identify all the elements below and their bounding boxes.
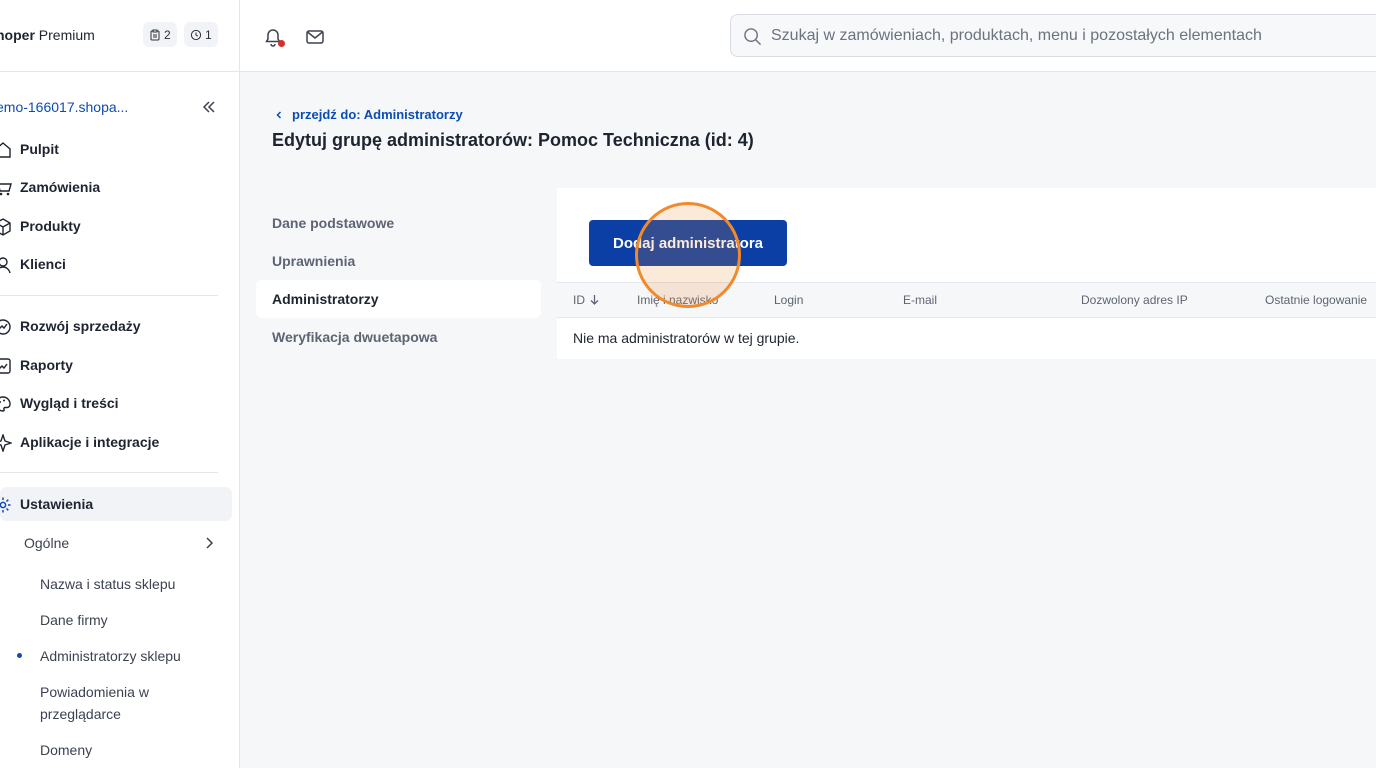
nav-label: Pulpit [20, 141, 59, 157]
add-administrator-button[interactable]: Dodaj administratora [589, 220, 787, 266]
brand-row: hoper Premium 2 1 [0, 22, 239, 50]
nav-item-pulpit[interactable]: Pulpit [0, 133, 232, 165]
palette-icon [0, 396, 11, 412]
column-header-allowed-ip[interactable]: Dozwolony adres IP [1081, 293, 1188, 307]
divider [0, 295, 218, 296]
active-indicator-dot [17, 653, 22, 658]
subnav-domeny[interactable]: Domeny [40, 739, 220, 761]
subnav-dane-firmy[interactable]: Dane firmy [40, 609, 220, 631]
nav-item-produkty[interactable]: Produkty [0, 210, 232, 242]
submenu-ogolne[interactable]: Ogólne [24, 535, 220, 551]
sparkle-icon [0, 434, 12, 452]
history-badge[interactable]: 1 [184, 22, 218, 47]
mail-icon[interactable] [305, 27, 325, 47]
column-header-login[interactable]: Login [774, 293, 803, 307]
page-title: Edytuj grupę administratorów: Pomoc Tech… [272, 130, 754, 150]
collapse-sidebar-icon[interactable] [200, 98, 218, 116]
nav-item-rozwoj-sprzedazy[interactable]: Rozwój sprzedaży [0, 310, 232, 342]
subnav-powiadomienia[interactable]: Powiadomienia w przeglądarce [40, 681, 180, 725]
nav-item-wyglad[interactable]: Wygląd i treści [0, 387, 232, 419]
chevron-right-icon [206, 537, 214, 549]
report-icon [0, 358, 11, 374]
nav-label: Wygląd i treści [20, 395, 119, 411]
tasks-badge[interactable]: 2 [143, 22, 177, 47]
tab-uprawnienia[interactable]: Uprawnienia [256, 242, 541, 280]
chevron-left-icon [276, 110, 282, 119]
nav-label: Produkty [20, 218, 81, 234]
column-header-last-login[interactable]: Ostatnie logowanie [1265, 293, 1367, 307]
home-icon [0, 142, 11, 158]
brand-plan: Premium [38, 27, 95, 43]
brand-name-bold: hoper [0, 27, 35, 43]
nav-item-zamowienia[interactable]: Zamówienia [0, 171, 232, 203]
tasks-count: 2 [164, 27, 171, 42]
divider [0, 71, 239, 72]
back-link-label: przejdź do: Administratorzy [292, 107, 463, 122]
nav-label: Klienci [20, 256, 66, 272]
gear-icon [0, 497, 11, 513]
tab-dane-podstawowe[interactable]: Dane podstawowe [256, 204, 541, 242]
global-search: C [730, 14, 1376, 57]
tab-administratorzy[interactable]: Administratorzy [256, 280, 541, 318]
brand-logo[interactable]: hoper Premium [0, 27, 95, 43]
growth-icon [0, 319, 11, 335]
column-header-email[interactable]: E-mail [903, 293, 937, 307]
table-header: ID Imię i nazwisko Login E-mail Dozwolon… [557, 282, 1376, 318]
nav-label: Aplikacje i integracje [20, 434, 160, 450]
search-input[interactable] [771, 15, 1371, 56]
nav-item-ustawienia[interactable]: Ustawienia [0, 487, 232, 521]
nav-label: Ustawienia [20, 496, 94, 512]
shop-name-link[interactable]: emo-166017.shopa... [0, 99, 128, 115]
column-header-name[interactable]: Imię i nazwisko [637, 293, 718, 307]
submenu-label: Ogólne [24, 535, 70, 551]
nav-item-klienci[interactable]: Klienci [0, 248, 232, 280]
column-label: ID [573, 293, 585, 307]
administrators-panel: Dodaj administratora ID Imię i nazwisko … [557, 188, 1376, 359]
notification-dot [278, 40, 285, 47]
shop-switcher: emo-166017.shopa... [0, 98, 239, 118]
sidebar: hoper Premium 2 1 emo-166017.shopa... Pu… [0, 0, 240, 768]
nav-item-aplikacje[interactable]: Aplikacje i integracje [0, 426, 232, 458]
subnav-nazwa-status[interactable]: Nazwa i status sklepu [40, 573, 220, 595]
search-icon [744, 28, 762, 46]
empty-table-message: Nie ma administratorów w tej grupie. [573, 330, 800, 346]
nav-label: Rozwój sprzedaży [20, 318, 141, 334]
subnav-administratorzy[interactable]: Administratorzy sklepu [40, 645, 220, 667]
nav-label: Zamówienia [20, 179, 101, 195]
user-icon [0, 257, 11, 274]
history-count: 1 [205, 27, 212, 42]
column-header-id[interactable]: ID [573, 293, 600, 307]
tab-weryfikacja-dwuetapowa[interactable]: Weryfikacja dwuetapowa [256, 318, 541, 356]
sort-down-icon [590, 295, 599, 305]
nav-label: Raporty [20, 357, 73, 373]
cart-icon [0, 183, 12, 196]
box-icon [0, 218, 11, 236]
clock-icon [190, 29, 202, 40]
divider [0, 472, 218, 473]
nav-item-raporty[interactable]: Raporty [0, 349, 232, 381]
clipboard-icon [150, 29, 160, 40]
top-bar: C [240, 0, 1376, 72]
back-to-administrators-link[interactable]: przejdź do: Administratorzy [274, 107, 463, 122]
